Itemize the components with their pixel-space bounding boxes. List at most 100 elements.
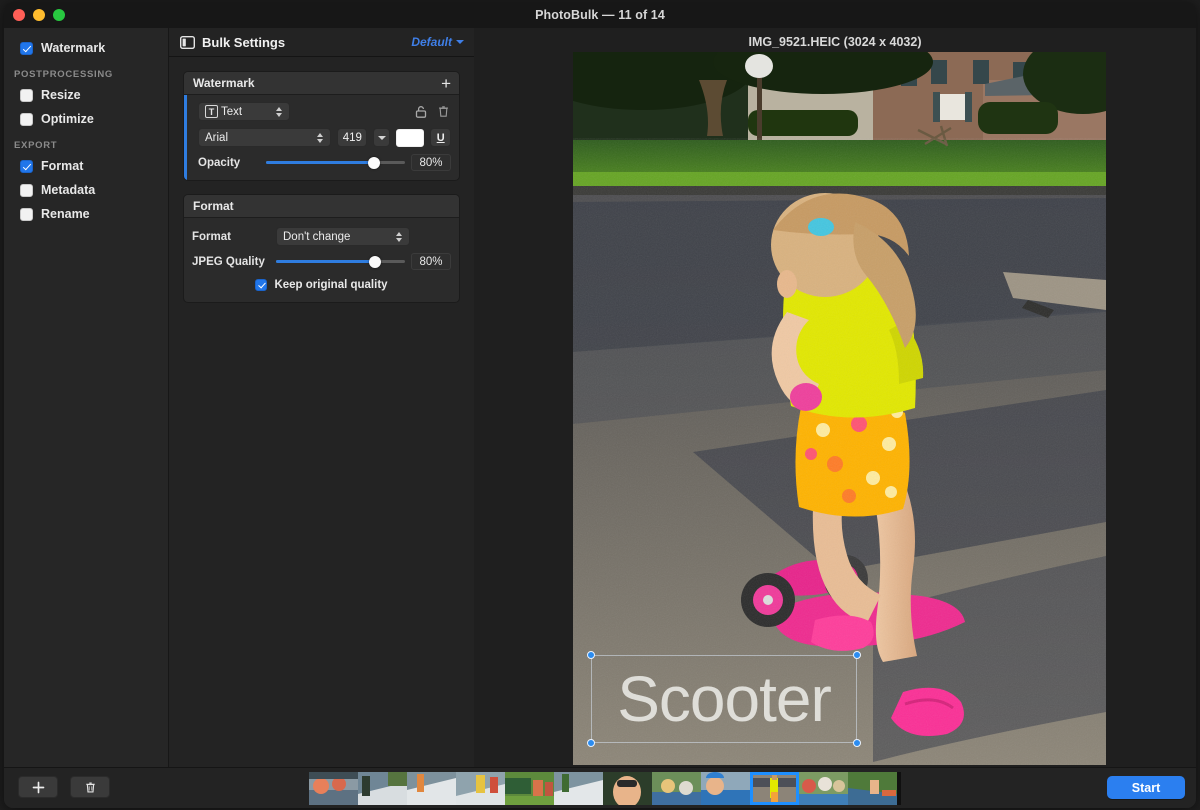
preview-image[interactable]: Scooter: [573, 52, 1106, 765]
remove-files-button[interactable]: [70, 776, 110, 798]
start-button[interactable]: Start: [1107, 776, 1185, 799]
add-files-button[interactable]: [18, 776, 58, 798]
jpeg-quality-label: JPEG Quality: [192, 255, 265, 268]
resize-checkbox[interactable]: [20, 88, 33, 102]
bulk-settings-header: Bulk Settings Default: [169, 28, 474, 57]
slider-knob[interactable]: [368, 156, 381, 169]
font-family-select[interactable]: Arial: [198, 128, 332, 147]
preset-label: Default: [411, 35, 452, 49]
watermark-checkbox[interactable]: [20, 41, 33, 55]
plus-icon: [32, 781, 44, 793]
app-window: PhotoBulk — 11 of 14 Watermark POSTPROCE…: [4, 2, 1196, 808]
sidebar-group-postprocessing: POSTPROCESSING: [14, 69, 114, 80]
sidebar-toggle-icon[interactable]: [180, 35, 195, 49]
sidebar-item-label: Rename: [41, 207, 90, 221]
optimize-checkbox[interactable]: [20, 112, 33, 126]
sidebar: Watermark POSTPROCESSING Resize Optimize…: [4, 28, 169, 768]
jpeg-quality-value[interactable]: 80%: [411, 253, 451, 270]
thumbnail-item[interactable]: [652, 772, 701, 805]
format-card-header: Format: [184, 195, 459, 218]
stepper-icon[interactable]: [317, 131, 324, 144]
thumbnail-item[interactable]: [407, 772, 456, 805]
sidebar-item-label: Resize: [41, 88, 81, 102]
jpeg-quality-slider[interactable]: [276, 255, 405, 269]
trash-icon: [85, 781, 95, 793]
sidebar-item-label: Metadata: [41, 183, 96, 197]
text-color-swatch[interactable]: [396, 128, 425, 147]
format-select[interactable]: Don't change: [276, 227, 410, 246]
thumbnail-item[interactable]: [358, 772, 407, 805]
thumbnail-item[interactable]: [603, 772, 652, 805]
chevron-down-icon: [377, 135, 386, 140]
format-row: Format Don't change: [192, 227, 451, 246]
sidebar-item-metadata[interactable]: Metadata: [4, 178, 168, 202]
watermark-overlay[interactable]: Scooter: [587, 651, 861, 747]
sidebar-group-export: EXPORT: [14, 140, 58, 151]
watermark-type-value: Text: [221, 105, 243, 118]
resize-handle-bottom-right[interactable]: [853, 739, 861, 747]
format-value: Don't change: [283, 230, 351, 243]
window-title: PhotoBulk — 11 of 14: [535, 8, 665, 22]
sidebar-item-format[interactable]: Format: [4, 154, 168, 178]
thumbnail-item-selected[interactable]: [750, 772, 799, 805]
format-checkbox[interactable]: [20, 159, 33, 173]
thumbnail-item[interactable]: [554, 772, 603, 805]
thumbnail-item[interactable]: [701, 772, 750, 805]
stepper-icon[interactable]: [276, 105, 283, 118]
keep-original-quality-checkbox[interactable]: [255, 279, 268, 291]
thumbnail-item[interactable]: [799, 772, 848, 805]
sidebar-item-label: Watermark: [41, 41, 106, 55]
watermark-font-row: Arial 419 U: [192, 128, 452, 147]
sidebar-item-label: Optimize: [41, 112, 94, 126]
font-size-dropdown-button[interactable]: [373, 128, 391, 147]
opacity-value[interactable]: 80%: [411, 154, 451, 171]
app-root: PhotoBulk — 11 of 14 Watermark POSTPROCE…: [0, 0, 1200, 810]
thumbnail-item[interactable]: [309, 772, 358, 805]
opacity-label: Opacity: [198, 156, 241, 169]
active-item-accent-bar: [184, 95, 187, 180]
keep-original-quality-label: Keep original quality: [274, 279, 388, 291]
stepper-icon[interactable]: [396, 230, 403, 243]
sidebar-item-watermark[interactable]: Watermark: [4, 36, 168, 60]
thumbnail-item[interactable]: [456, 772, 505, 805]
opacity-slider[interactable]: [266, 156, 405, 170]
metadata-checkbox[interactable]: [20, 183, 33, 197]
thumbnail-item[interactable]: [848, 772, 897, 805]
rename-checkbox[interactable]: [20, 207, 33, 221]
slider-fill: [266, 161, 375, 164]
thumbnail-item[interactable]: [505, 772, 554, 805]
preview-area: IMG_9521.HEIC (3024 x 4032) Scooter: [474, 28, 1196, 768]
watermark-card: Watermark + T Text Arial 419 U Opacity 8…: [183, 71, 460, 181]
underline-button[interactable]: U: [430, 128, 452, 147]
watermark-card-body: T Text Arial 419 U Opacity 80%: [184, 95, 459, 180]
bottom-toolbar: Start: [4, 767, 1196, 808]
format-card-title: Format: [193, 199, 234, 213]
slider-knob[interactable]: [369, 255, 382, 268]
format-label: Format: [192, 230, 231, 243]
font-size-input[interactable]: 419: [337, 128, 368, 147]
chevron-down-icon: [456, 40, 464, 44]
page-title: Bulk Settings: [202, 34, 286, 50]
resize-handle-bottom-left[interactable]: [587, 739, 595, 747]
format-card: Format Format Don't change JPEG Quality: [183, 194, 460, 303]
unlock-icon[interactable]: [413, 104, 429, 120]
sidebar-item-resize[interactable]: Resize: [4, 83, 168, 107]
resize-handle-top-left[interactable]: [587, 651, 595, 659]
slider-fill: [276, 260, 376, 263]
sidebar-item-optimize[interactable]: Optimize: [4, 107, 168, 131]
add-watermark-button[interactable]: +: [441, 75, 451, 92]
trash-icon[interactable]: [435, 104, 451, 120]
watermark-opacity-row: Opacity 80%: [192, 154, 451, 171]
title-bar: PhotoBulk — 11 of 14: [4, 2, 1196, 29]
sidebar-item-rename[interactable]: Rename: [4, 202, 168, 226]
bulk-settings-panel: Bulk Settings Default Watermark + T Text: [169, 28, 475, 768]
preset-dropdown[interactable]: Default: [411, 35, 464, 49]
watermark-type-row: T Text: [192, 102, 451, 121]
watermark-card-header: Watermark +: [184, 72, 459, 95]
watermark-card-title: Watermark: [193, 76, 255, 90]
format-card-body: Format Don't change JPEG Quality 80% Kee…: [184, 218, 459, 302]
resize-handle-top-right[interactable]: [853, 651, 861, 659]
thumbnail-strip[interactable]: [309, 772, 901, 805]
watermark-type-select[interactable]: T Text: [198, 102, 290, 121]
keep-original-quality-row[interactable]: Keep original quality: [192, 279, 451, 291]
